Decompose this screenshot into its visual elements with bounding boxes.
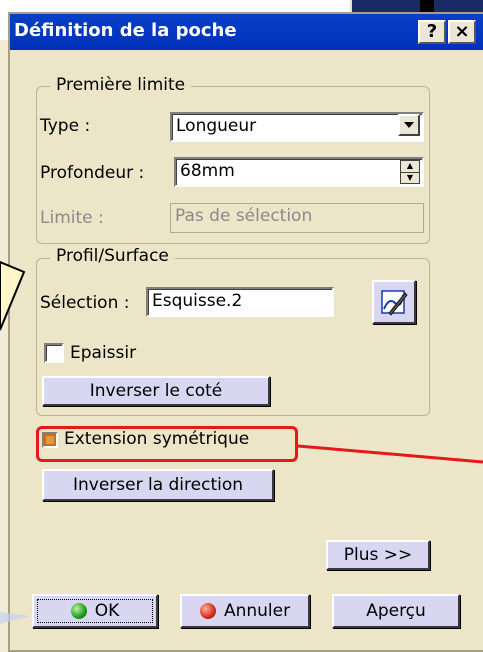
inverser-cote-button[interactable]: Inverser le coté [42,376,270,406]
limite-label: Limite : [40,208,104,228]
premiere-limite-title: Première limite [50,75,192,95]
epaissir-checkbox[interactable] [44,343,64,363]
profondeur-spinner[interactable]: ▲ ▼ [400,160,420,184]
annuler-button[interactable]: Annuler [180,594,310,628]
green-light-icon [70,603,87,619]
profondeur-label: Profondeur : [40,163,145,183]
help-button[interactable]: ? [418,20,446,44]
limite-value: Pas de sélection [175,206,313,226]
spin-down-icon[interactable]: ▼ [401,171,419,184]
inverser-direction-button[interactable]: Inverser la direction [42,469,274,501]
ok-label: OK [94,601,120,621]
close-button[interactable]: × [448,20,476,44]
dialog-title: Définition de la poche [14,20,237,41]
background-window-titlebar [350,0,483,12]
profondeur-value: 68mm [180,161,235,181]
red-light-icon [199,603,216,619]
epaissir-label: Epaissir [70,343,137,363]
type-dropdown[interactable]: Longueur [170,112,424,142]
selection-label: Sélection : [40,293,130,313]
type-value: Longueur [176,116,257,136]
annuler-label: Annuler [223,601,291,621]
selection-input[interactable]: Esquisse.2 [146,287,334,317]
selection-value: Esquisse.2 [152,291,243,311]
profil-surface-title: Profil/Surface [50,246,175,266]
chevron-down-icon[interactable] [398,114,420,136]
plus-button[interactable]: Plus >> [326,540,430,570]
apercu-button[interactable]: Aperçu [332,594,460,628]
spin-up-icon[interactable]: ▲ [401,161,419,172]
ok-button[interactable]: OK [32,594,158,628]
type-label: Type : [40,116,91,136]
sketch-edit-icon [381,290,408,316]
profondeur-input[interactable]: 68mm [174,157,424,187]
limite-field: Pas de sélection [170,203,424,233]
background-icon [420,0,434,12]
highlight-annotation [36,426,298,462]
sketch-edit-button[interactable] [372,280,416,324]
